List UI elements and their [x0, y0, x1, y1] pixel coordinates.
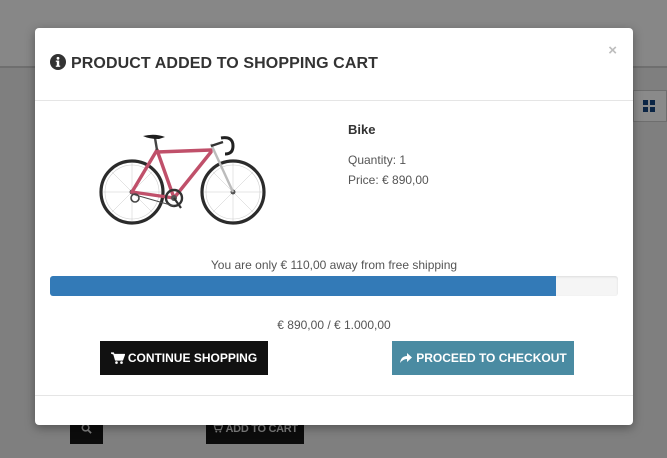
free-shipping-progress	[50, 276, 618, 296]
close-button[interactable]: ×	[608, 42, 617, 59]
modal-title-row: PRODUCT ADDED TO SHOPPING CART	[50, 54, 378, 73]
modal-footer	[35, 395, 633, 426]
cart-modal: PRODUCT ADDED TO SHOPPING CART × Bike Qu…	[35, 28, 633, 425]
info-circle-icon	[50, 54, 66, 70]
product-name: Bike	[348, 122, 376, 137]
product-image	[99, 134, 266, 225]
product-quantity: Quantity: 1	[348, 153, 407, 167]
modal-title: PRODUCT ADDED TO SHOPPING CART	[71, 55, 379, 72]
free-shipping-message: You are only € 110,00 away from free shi…	[210, 258, 458, 272]
proceed-to-checkout-button[interactable]: PROCEED TO CHECKOUT	[392, 341, 574, 375]
share-arrow-icon	[400, 353, 413, 363]
close-icon: ×	[608, 42, 617, 59]
proceed-to-checkout-label: PROCEED TO CHECKOUT	[416, 351, 567, 365]
continue-shopping-label: CONTINUE SHOPPING	[127, 351, 258, 365]
modal-header: PRODUCT ADDED TO SHOPPING CART ×	[35, 28, 633, 101]
cart-total-vs-threshold: € 890,00 / € 1.000,00	[277, 318, 391, 332]
grid-view-button[interactable]	[633, 90, 667, 122]
continue-shopping-button[interactable]: CONTINUE SHOPPING	[100, 341, 268, 375]
free-shipping-progress-fill	[50, 276, 556, 296]
product-price: Price: € 890,00	[348, 173, 429, 187]
cart-icon	[110, 352, 125, 364]
